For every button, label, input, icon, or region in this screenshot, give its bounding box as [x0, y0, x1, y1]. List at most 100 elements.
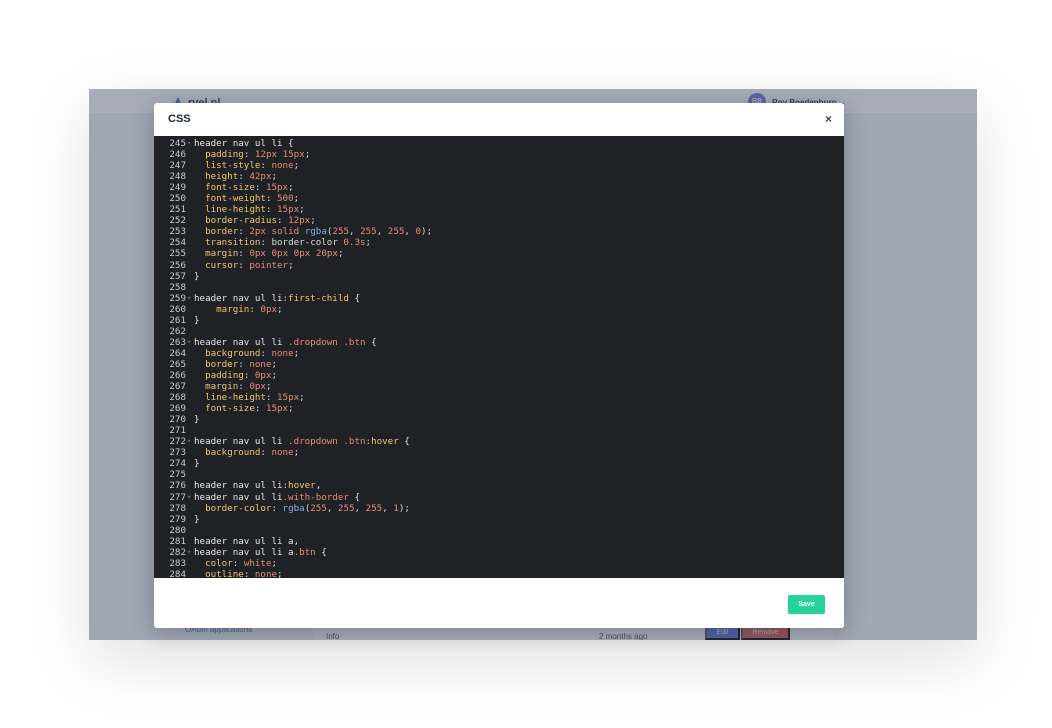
- code-line[interactable]: 276 header nav ul li:hover,: [154, 480, 844, 491]
- css-modal: CSS × 245 ▾ header nav ul li {246 padding:…: [154, 103, 844, 628]
- code-line[interactable]: 277 ▾ header nav ul li.with-border {: [154, 492, 844, 503]
- code-line[interactable]: 249 font-size: 15px;: [154, 182, 844, 193]
- code-text: line-height: 15px;: [205, 204, 305, 216]
- code-text: header nav ul li .dropdown .btn:hover {: [194, 436, 410, 448]
- fold-arrow-icon[interactable]: ▾: [187, 436, 191, 447]
- fold-arrow-icon[interactable]: ▾: [187, 138, 191, 149]
- code-line[interactable]: 282 ▾ header nav ul li a.btn {: [154, 547, 844, 558]
- code-line[interactable]: 260 margin: 0px;: [154, 304, 844, 315]
- line-number: 283: [169, 557, 186, 569]
- code-line[interactable]: 273 background: none;: [154, 447, 844, 458]
- code-line[interactable]: 268 line-height: 15px;: [154, 392, 844, 403]
- code-line[interactable]: 264 background: none;: [154, 348, 844, 359]
- code-line[interactable]: 275: [154, 469, 844, 480]
- code-text: transition: border-color 0.3s;: [205, 237, 372, 249]
- code-line[interactable]: 269 font-size: 15px;: [154, 403, 844, 414]
- fold-arrow-icon[interactable]: ▾: [187, 492, 191, 503]
- code-text: height: 42px;: [205, 171, 278, 183]
- line-number: 255: [169, 248, 186, 260]
- code-line[interactable]: 265 border: none;: [154, 359, 844, 370]
- code-line[interactable]: 258: [154, 282, 844, 293]
- line-number: 272: [169, 436, 186, 448]
- line-number: 264: [169, 347, 186, 359]
- code-line[interactable]: 284 outline: none;: [154, 569, 844, 578]
- code-line[interactable]: 253 border: 2px solid rgba(255, 255, 255…: [154, 226, 844, 237]
- code-text: }: [194, 414, 200, 426]
- line-number: 281: [169, 535, 186, 547]
- code-editor[interactable]: 245 ▾ header nav ul li {246 padding: 12px …: [154, 136, 844, 578]
- code-line[interactable]: 257}: [154, 271, 844, 282]
- code-line[interactable]: 255 margin: 0px 0px 0px 20px;: [154, 248, 844, 259]
- fold-arrow-icon[interactable]: ▾: [187, 547, 191, 558]
- code-line[interactable]: 279}: [154, 514, 844, 525]
- line-number: 250: [169, 193, 186, 205]
- line-number: 267: [169, 381, 186, 393]
- code-text: header nav ul li:first-child {: [194, 292, 360, 304]
- line-number: 280: [169, 524, 186, 536]
- code-text: header nav ul li .dropdown .btn {: [194, 336, 377, 348]
- line-number: 277: [169, 491, 186, 503]
- code-line[interactable]: 256 cursor: pointer;: [154, 260, 844, 271]
- code-line[interactable]: 252 border-radius: 12px;: [154, 215, 844, 226]
- line-number: 265: [169, 358, 186, 370]
- code-line[interactable]: 263 ▾ header nav ul li .dropdown .btn {: [154, 337, 844, 348]
- code-line[interactable]: 262: [154, 326, 844, 337]
- line-number: 263: [169, 336, 186, 348]
- close-icon[interactable]: ×: [825, 112, 832, 126]
- code-text: header nav ul li:hover,: [194, 480, 322, 492]
- code-line[interactable]: 278 border-color: rgba(255, 255, 255, 1)…: [154, 503, 844, 514]
- code-text: }: [194, 513, 200, 525]
- code-line[interactable]: 254 transition: border-color 0.3s;: [154, 237, 844, 248]
- line-number: 249: [169, 182, 186, 194]
- code-line[interactable]: 267 margin: 0px;: [154, 381, 844, 392]
- code-line[interactable]: 270}: [154, 414, 844, 425]
- code-text: }: [194, 270, 200, 282]
- line-number: 247: [169, 160, 186, 172]
- line-number: 266: [169, 369, 186, 381]
- code-line[interactable]: 259 ▾ header nav ul li:first-child {: [154, 293, 844, 304]
- code-text: background: none;: [205, 447, 300, 459]
- save-button[interactable]: Save: [788, 595, 825, 614]
- code-line[interactable]: 251 line-height: 15px;: [154, 204, 844, 215]
- code-text: }: [194, 458, 200, 470]
- code-line[interactable]: 272 ▾ header nav ul li .dropdown .btn:hove…: [154, 436, 844, 447]
- code-text: margin: 0px 0px 0px 20px;: [205, 248, 344, 260]
- code-line[interactable]: 248 height: 42px;: [154, 171, 844, 182]
- code-text: line-height: 15px;: [205, 392, 305, 404]
- code-text: margin: 0px;: [216, 303, 283, 315]
- code-text: header nav ul li a.btn {: [194, 546, 327, 558]
- code-text: list-style: none;: [205, 160, 300, 172]
- code-line[interactable]: 261}: [154, 315, 844, 326]
- line-number: 261: [169, 314, 186, 326]
- code-text: font-weight: 500;: [205, 193, 300, 205]
- fold-arrow-icon[interactable]: ▾: [187, 293, 191, 304]
- code-text: border-color: rgba(255, 255, 255, 1);: [205, 502, 410, 514]
- modal-title: CSS: [168, 113, 191, 125]
- code-text: header nav ul li.with-border {: [194, 491, 360, 503]
- code-line[interactable]: 280: [154, 525, 844, 536]
- code-line[interactable]: 274}: [154, 458, 844, 469]
- code-text: padding: 12px 15px;: [205, 149, 311, 161]
- code-text: border: none;: [205, 358, 278, 370]
- line-number: 282: [169, 546, 186, 558]
- code-text: border: 2px solid rgba(255, 255, 255, 0)…: [205, 226, 433, 238]
- line-number: 269: [169, 403, 186, 415]
- code-line[interactable]: 247 list-style: none;: [154, 160, 844, 171]
- code-line[interactable]: 250 font-weight: 500;: [154, 193, 844, 204]
- code-line[interactable]: 266 padding: 0px;: [154, 370, 844, 381]
- line-number: 274: [169, 458, 186, 470]
- code-line[interactable]: 246 padding: 12px 15px;: [154, 149, 844, 160]
- code-text: color: white;: [205, 557, 278, 569]
- line-number: 258: [169, 281, 186, 293]
- code-line[interactable]: 271: [154, 425, 844, 436]
- code-text: outline: none;: [205, 568, 283, 578]
- code-line[interactable]: 245 ▾ header nav ul li {: [154, 138, 844, 149]
- line-number: 245: [169, 138, 186, 149]
- code-line[interactable]: 281 header nav ul li a,: [154, 536, 844, 547]
- code-line[interactable]: 283 color: white;: [154, 558, 844, 569]
- line-number: 260: [169, 303, 186, 315]
- line-number: 251: [169, 204, 186, 216]
- fold-arrow-icon[interactable]: ▾: [187, 337, 191, 348]
- line-number: 253: [169, 226, 186, 238]
- line-number: 276: [169, 480, 186, 492]
